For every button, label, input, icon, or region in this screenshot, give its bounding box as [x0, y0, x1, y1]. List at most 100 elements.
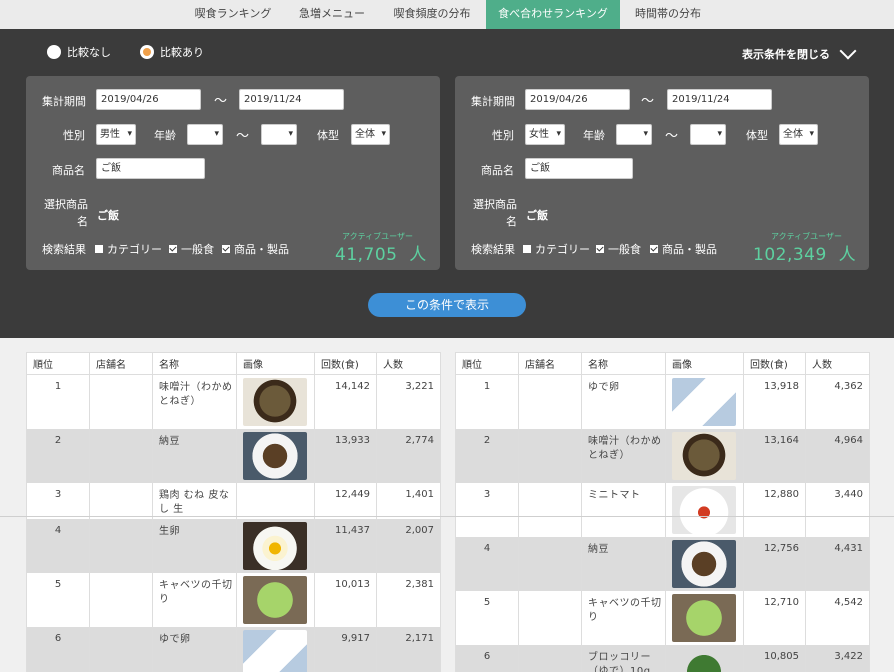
tab-bar: 喫食ランキング 急増メニュー 喫食頻度の分布 食べ合わせランキング 時間帯の分布	[0, 0, 894, 29]
product-input[interactable]: ご飯	[525, 158, 633, 179]
active-users-unit: 人	[409, 245, 427, 265]
image-cell	[236, 428, 315, 483]
header-store: 店舗名	[89, 352, 153, 375]
show-with-conditions-button[interactable]: この条件で表示	[368, 293, 526, 317]
age-from-select[interactable]	[187, 124, 223, 145]
age-to-select[interactable]	[690, 124, 726, 145]
period-label: 集計期間	[42, 95, 86, 108]
image-cell	[236, 374, 315, 429]
age-from-select[interactable]	[616, 124, 652, 145]
store-cell	[518, 374, 582, 429]
header-image: 画像	[665, 352, 744, 375]
people-cell: 2,007	[376, 518, 441, 573]
rank-cell: 2	[26, 428, 90, 483]
selected-product-label: 選択商品名	[44, 198, 88, 228]
table-row[interactable]: 5 キャベツの千切り 10,013 2,381	[26, 572, 441, 627]
active-users-unit: 人	[838, 245, 857, 265]
condition-panel-right: 集計期間 2019/04/26 〜 2019/11/24 性別 女性 年齢 〜 …	[455, 76, 869, 270]
store-cell	[518, 644, 582, 672]
period-from-input[interactable]: 2019/04/26	[525, 89, 630, 110]
tab-surge-menu[interactable]: 急増メニュー	[287, 0, 377, 29]
boiled-egg-icon	[672, 378, 736, 426]
count-cell: 13,933	[314, 428, 377, 483]
table-row[interactable]: 4 納豆 12,756 4,431	[455, 536, 870, 591]
product-checkbox-label: 商品・製品	[234, 243, 289, 256]
active-users-count: 41,705 人	[335, 240, 427, 265]
count-cell: 9,917	[314, 626, 377, 672]
gender-select[interactable]: 女性	[525, 124, 565, 145]
table-row[interactable]: 3 鶏肉 むね 皮なし 生 12,449 1,401	[26, 482, 441, 519]
table-row[interactable]: 6 ブロッコリー（ゆで）10g 10,805 3,422	[455, 644, 870, 672]
header-name: 名称	[152, 352, 237, 375]
period-tilde: 〜	[641, 94, 655, 109]
table-row[interactable]: 1 ゆで卵 13,918 4,362	[455, 374, 870, 429]
divider-line	[0, 516, 894, 517]
raw-egg-icon	[243, 521, 307, 570]
product-input[interactable]: ご飯	[96, 158, 205, 179]
table-row[interactable]: 2 味噌汁（わかめとねぎ） 13,164 4,964	[455, 428, 870, 483]
store-cell	[518, 536, 582, 591]
body-select[interactable]: 全体	[779, 124, 818, 145]
tab-frequency-distribution[interactable]: 喫食頻度の分布	[384, 0, 480, 29]
table-row[interactable]: 2 納豆 13,933 2,774	[26, 428, 441, 483]
search-result-label: 検索結果	[471, 243, 515, 256]
people-cell: 4,362	[805, 374, 870, 429]
store-cell	[89, 572, 153, 627]
results-area: 順位 店舗名 名称 画像 回数(食) 人数 1 味噌汁（わかめとねぎ） 14,142…	[0, 338, 894, 672]
compare-off-radio[interactable]: 比較なし	[47, 44, 111, 60]
period-to-input[interactable]: 2019/11/24	[667, 89, 772, 110]
image-cell	[236, 482, 315, 519]
general-food-checkbox[interactable]: 一般食	[169, 241, 214, 257]
count-cell: 14,142	[314, 374, 377, 429]
people-cell: 2,381	[376, 572, 441, 627]
body-select[interactable]: 全体	[351, 124, 390, 145]
tab-combination-ranking[interactable]: 食べ合わせランキング	[486, 0, 620, 29]
product-checkbox[interactable]: 商品・製品	[650, 241, 717, 257]
period-to-input[interactable]: 2019/11/24	[239, 89, 344, 110]
natto-icon	[672, 539, 736, 588]
count-cell: 12,710	[743, 590, 806, 645]
checkbox-checked-icon	[596, 245, 604, 253]
active-users-count: 102,349 人	[753, 240, 856, 265]
people-cell: 2,774	[376, 428, 441, 483]
age-tilde: 〜	[236, 129, 250, 144]
header-people: 人数	[805, 352, 870, 375]
table-row[interactable]: 6 ゆで卵 9,917 2,171	[26, 626, 441, 672]
rank-cell: 5	[455, 590, 519, 645]
table-row[interactable]: 4 生卵 11,437 2,007	[26, 518, 441, 573]
period-from-input[interactable]: 2019/04/26	[96, 89, 201, 110]
selected-product-label: 選択商品名	[473, 198, 517, 228]
image-cell	[665, 644, 744, 672]
header-count: 回数(食)	[314, 352, 377, 375]
checkbox-checked-icon	[169, 245, 177, 253]
miso-soup-icon	[672, 431, 736, 480]
period-label: 集計期間	[471, 95, 515, 108]
general-food-checkbox[interactable]: 一般食	[596, 241, 641, 257]
age-tilde: 〜	[665, 129, 679, 144]
close-conditions-toggle[interactable]: 表示条件を閉じる	[742, 42, 857, 62]
category-checkbox[interactable]: カテゴリー	[95, 241, 162, 257]
table-header-row: 順位 店舗名 名称 画像 回数(食) 人数	[26, 352, 441, 375]
category-checkbox[interactable]: カテゴリー	[523, 241, 590, 257]
active-users-value: 102,349	[753, 245, 827, 265]
product-checkbox-label: 商品・製品	[662, 243, 717, 256]
general-food-checkbox-label: 一般食	[608, 243, 641, 256]
count-cell: 10,013	[314, 572, 377, 627]
age-to-select[interactable]	[261, 124, 297, 145]
name-cell: 味噌汁（わかめとねぎ）	[152, 374, 237, 429]
product-checkbox[interactable]: 商品・製品	[222, 241, 289, 257]
close-conditions-label: 表示条件を閉じる	[742, 48, 830, 61]
table-row[interactable]: 3 ミニトマト 12,880 3,440	[455, 482, 870, 537]
search-result-label: 検索結果	[42, 243, 86, 256]
count-cell: 13,918	[743, 374, 806, 429]
store-cell	[89, 518, 153, 573]
gender-select[interactable]: 男性	[96, 124, 136, 145]
table-row[interactable]: 1 味噌汁（わかめとねぎ） 14,142 3,221	[26, 374, 441, 429]
people-cell: 3,422	[805, 644, 870, 672]
compare-on-radio[interactable]: 比較あり	[140, 44, 204, 60]
tab-eating-ranking[interactable]: 喫食ランキング	[185, 0, 281, 29]
table-row[interactable]: 5 キャベツの千切り 12,710 4,542	[455, 590, 870, 645]
people-cell: 3,221	[376, 374, 441, 429]
name-cell: ゆで卵	[152, 626, 237, 672]
tab-time-distribution[interactable]: 時間帯の分布	[626, 0, 710, 29]
